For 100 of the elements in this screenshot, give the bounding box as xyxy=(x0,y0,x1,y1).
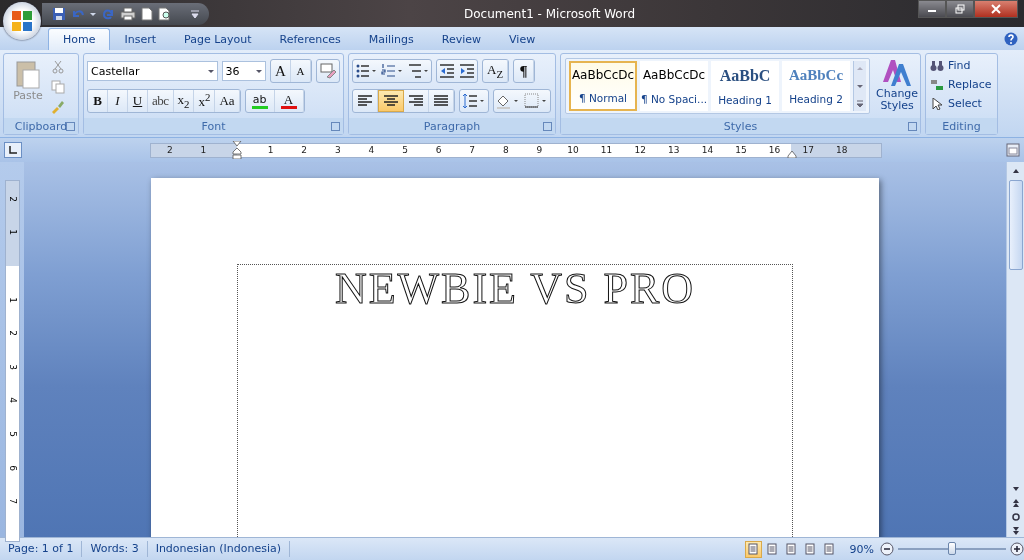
customize-icon[interactable] xyxy=(191,8,199,19)
save-icon[interactable] xyxy=(52,6,66,21)
page-count[interactable]: Page: 1 of 1 xyxy=(0,541,83,557)
vertical-scrollbar[interactable] xyxy=(1006,162,1024,537)
ribbon-tab[interactable]: View xyxy=(495,28,550,50)
ruler-number: 2 xyxy=(7,329,17,339)
grow-font-button[interactable]: A xyxy=(271,60,291,82)
format-button[interactable]: B xyxy=(88,90,108,112)
ruler-number: 5 xyxy=(7,430,17,439)
printer-icon[interactable] xyxy=(120,6,136,21)
view-button[interactable] xyxy=(744,540,762,558)
sort-button[interactable]: A$_{Z}$ xyxy=(483,60,508,82)
tab-stop-icon xyxy=(9,146,17,154)
zoom-in-icon[interactable] xyxy=(1010,542,1024,556)
align-center-icon xyxy=(384,95,398,107)
ribbon-tab[interactable]: Page Layout xyxy=(170,28,266,50)
ruler-number: 5 xyxy=(402,143,408,157)
ruler-number: 3 xyxy=(7,362,17,372)
group-label: Clipboard xyxy=(14,119,68,133)
format-button[interactable]: x$^{2}$ xyxy=(194,90,216,112)
indent-marker-icon[interactable] xyxy=(232,140,242,159)
ruler-number: 13 xyxy=(668,143,680,157)
ruler-number: 7 xyxy=(7,497,17,507)
tab-selector-button[interactable] xyxy=(4,142,22,158)
style-item[interactable]: AaBbCcDc ¶ No Spaci... xyxy=(640,61,708,111)
close-button[interactable] xyxy=(974,0,1018,18)
ruler-number: 10 xyxy=(567,143,579,157)
format-button[interactable]: abc xyxy=(148,90,174,112)
print-preview-icon[interactable] xyxy=(158,6,172,21)
ruler-number: 1 xyxy=(200,143,207,157)
format-button[interactable]: Aa xyxy=(215,90,240,112)
replace-button[interactable]: Replace xyxy=(930,78,993,91)
scroll-thumb[interactable] xyxy=(1008,180,1023,270)
show-marks-button[interactable]: ¶ xyxy=(514,60,534,82)
format-button[interactable]: U xyxy=(128,90,148,112)
restore-button[interactable] xyxy=(946,0,974,18)
office-button[interactable] xyxy=(3,2,41,40)
ruler-number: 11 xyxy=(600,143,613,157)
document-icon[interactable] xyxy=(141,6,153,21)
ruler-number: 15 xyxy=(735,143,747,157)
ribbon-tab[interactable]: Mailings xyxy=(354,28,428,50)
letters-icon xyxy=(881,58,914,88)
ruler-number: 4 xyxy=(7,396,17,406)
zoom-slider[interactable] xyxy=(948,542,956,555)
style-item[interactable]: AaBbC Heading 1 xyxy=(711,61,779,111)
ruler-number: 12 xyxy=(634,143,646,157)
ruler-number: 7 xyxy=(469,143,476,157)
help-icon[interactable] xyxy=(1004,32,1018,46)
zoom-level[interactable]: 90% xyxy=(849,542,874,556)
shrink-font-button[interactable]: A xyxy=(291,60,311,82)
select-button[interactable]: Select xyxy=(930,97,993,110)
ribbon-tab[interactable]: Insert xyxy=(110,28,171,50)
clipboard-icon xyxy=(15,59,41,89)
view-ruler-icon[interactable] xyxy=(1006,143,1020,157)
logo xyxy=(9,8,35,34)
binoculars-icon xyxy=(930,59,944,72)
group-label: Font xyxy=(201,119,226,133)
font-name-field[interactable]: Castellar xyxy=(87,61,218,81)
style-item[interactable]: AaBbCc Heading 2 xyxy=(782,61,850,111)
ruler-number: 8 xyxy=(502,143,509,157)
ruler-number: 1 xyxy=(7,228,17,238)
restore-icon xyxy=(955,4,965,14)
find-button[interactable]: Find xyxy=(930,59,993,72)
group-label: Styles xyxy=(723,119,758,133)
right-indent-icon[interactable] xyxy=(787,149,797,158)
ruler-number: 3 xyxy=(334,143,341,157)
language-status[interactable]: Indonesian (Indonesia) xyxy=(147,541,291,557)
ruler-number: 18 xyxy=(836,143,848,157)
format-button[interactable]: I xyxy=(108,90,128,112)
align-center-button[interactable] xyxy=(378,90,404,112)
ruler-number: 16 xyxy=(768,143,781,157)
align-left-icon xyxy=(358,95,372,107)
ruler-number: 6 xyxy=(7,463,17,473)
format-button[interactable]: x$_{2}$ xyxy=(173,90,195,112)
ribbon-tab[interactable]: References xyxy=(265,28,355,50)
page-icon xyxy=(766,543,779,555)
font-size-field[interactable]: 36 xyxy=(221,61,266,81)
ruler-number: 1 xyxy=(7,295,17,305)
ruler-number: 14 xyxy=(701,143,714,157)
align-right-icon xyxy=(409,95,423,107)
group-label: Paragraph xyxy=(423,119,481,133)
window-title: Document1 - Microsoft Word xyxy=(463,6,636,21)
clear-formatting-icon[interactable] xyxy=(317,63,339,79)
ribbon-tab[interactable]: Home xyxy=(48,28,111,50)
ribbon-tab[interactable]: Review xyxy=(427,28,496,50)
minimize-button[interactable] xyxy=(918,0,946,18)
ruler-number: 2 xyxy=(7,194,17,204)
replace-icon xyxy=(930,78,944,91)
highlight-button[interactable]: ab xyxy=(245,90,275,112)
page-icon xyxy=(804,543,817,555)
zoom-out-icon[interactable] xyxy=(880,542,894,556)
ruler-number: 2 xyxy=(301,143,308,157)
word-count[interactable]: Words: 3 xyxy=(82,541,148,557)
decrease-indent-icon[interactable] xyxy=(437,63,457,79)
change-styles-button[interactable]: Change Styles xyxy=(876,58,919,114)
style-item[interactable]: AaBbCcDc ¶ Normal xyxy=(569,61,637,111)
font-color-button[interactable]: A xyxy=(274,90,304,112)
increase-indent-icon[interactable] xyxy=(457,63,477,79)
ruler-number: 17 xyxy=(802,143,814,157)
document-text: NEWBIE VS PRO xyxy=(333,265,697,313)
